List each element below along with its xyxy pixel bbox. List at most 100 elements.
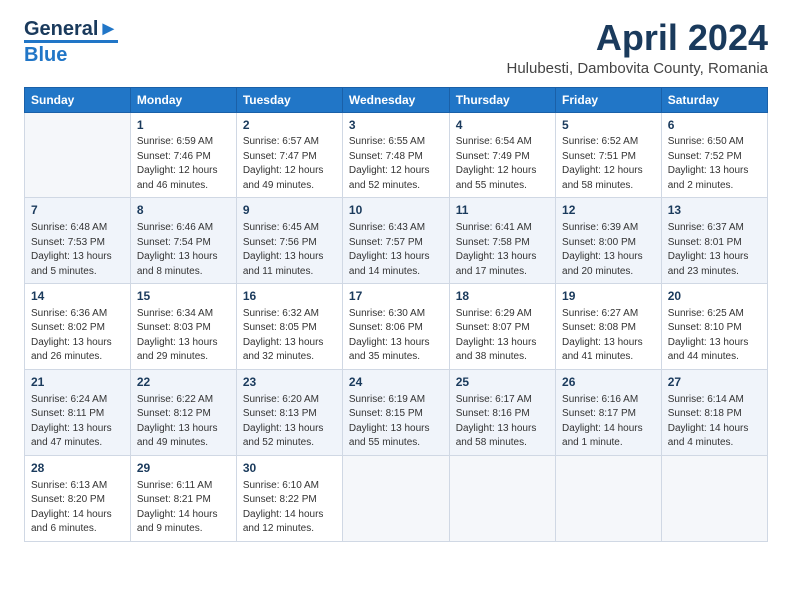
- sunrise-text: Sunrise: 6:27 AM: [562, 308, 638, 319]
- sunset-text: Sunset: 7:52 PM: [668, 151, 742, 162]
- sunrise-text: Sunrise: 6:20 AM: [243, 394, 319, 405]
- sunrise-text: Sunrise: 6:45 AM: [243, 222, 319, 233]
- sunrise-text: Sunrise: 6:39 AM: [562, 222, 638, 233]
- daylight-text: Daylight: 13 hours and 20 minutes.: [562, 251, 643, 277]
- calendar-week-row: 28 Sunrise: 6:13 AM Sunset: 8:20 PM Dayl…: [25, 455, 768, 541]
- calendar-table: Sunday Monday Tuesday Wednesday Thursday…: [24, 87, 768, 542]
- day-info: Sunrise: 6:43 AM Sunset: 7:57 PM Dayligh…: [349, 221, 443, 279]
- sunset-text: Sunset: 8:08 PM: [562, 322, 636, 333]
- sunset-text: Sunset: 7:56 PM: [243, 237, 317, 248]
- sunrise-text: Sunrise: 6:19 AM: [349, 394, 425, 405]
- table-row: 30 Sunrise: 6:10 AM Sunset: 8:22 PM Dayl…: [236, 455, 342, 541]
- day-info: Sunrise: 6:19 AM Sunset: 8:15 PM Dayligh…: [349, 393, 443, 451]
- day-info: Sunrise: 6:52 AM Sunset: 7:51 PM Dayligh…: [562, 135, 655, 193]
- daylight-text: Daylight: 13 hours and 2 minutes.: [668, 165, 749, 191]
- calendar-week-row: 1 Sunrise: 6:59 AM Sunset: 7:46 PM Dayli…: [25, 112, 768, 198]
- sunset-text: Sunset: 7:51 PM: [562, 151, 636, 162]
- day-number: 10: [349, 202, 443, 219]
- day-number: 16: [243, 288, 336, 305]
- table-row: 28 Sunrise: 6:13 AM Sunset: 8:20 PM Dayl…: [25, 455, 131, 541]
- day-info: Sunrise: 6:24 AM Sunset: 8:11 PM Dayligh…: [31, 393, 124, 451]
- daylight-text: Daylight: 13 hours and 47 minutes.: [31, 423, 112, 449]
- day-info: Sunrise: 6:13 AM Sunset: 8:20 PM Dayligh…: [31, 479, 124, 537]
- day-number: 15: [137, 288, 230, 305]
- logo: General► Blue: [24, 18, 118, 66]
- sunrise-text: Sunrise: 6:54 AM: [456, 136, 532, 147]
- day-info: Sunrise: 6:17 AM Sunset: 8:16 PM Dayligh…: [456, 393, 549, 451]
- day-number: 25: [456, 374, 549, 391]
- day-number: 30: [243, 460, 336, 477]
- sunrise-text: Sunrise: 6:52 AM: [562, 136, 638, 147]
- daylight-text: Daylight: 13 hours and 49 minutes.: [137, 423, 218, 449]
- sunrise-text: Sunrise: 6:59 AM: [137, 136, 213, 147]
- sunset-text: Sunset: 7:49 PM: [456, 151, 530, 162]
- table-row: 24 Sunrise: 6:19 AM Sunset: 8:15 PM Dayl…: [342, 369, 449, 455]
- sunset-text: Sunset: 7:57 PM: [349, 237, 423, 248]
- sunrise-text: Sunrise: 6:46 AM: [137, 222, 213, 233]
- sunrise-text: Sunrise: 6:24 AM: [31, 394, 107, 405]
- daylight-text: Daylight: 12 hours and 52 minutes.: [349, 165, 430, 191]
- table-row: 10 Sunrise: 6:43 AM Sunset: 7:57 PM Dayl…: [342, 198, 449, 284]
- logo-text-blue: Blue: [24, 40, 118, 66]
- day-info: Sunrise: 6:39 AM Sunset: 8:00 PM Dayligh…: [562, 221, 655, 279]
- sunset-text: Sunset: 8:03 PM: [137, 322, 211, 333]
- daylight-text: Daylight: 12 hours and 49 minutes.: [243, 165, 324, 191]
- table-row: 19 Sunrise: 6:27 AM Sunset: 8:08 PM Dayl…: [556, 284, 662, 370]
- day-number: 18: [456, 288, 549, 305]
- table-row: 15 Sunrise: 6:34 AM Sunset: 8:03 PM Dayl…: [130, 284, 236, 370]
- col-monday: Monday: [130, 87, 236, 112]
- table-row: 22 Sunrise: 6:22 AM Sunset: 8:12 PM Dayl…: [130, 369, 236, 455]
- day-number: 23: [243, 374, 336, 391]
- daylight-text: Daylight: 13 hours and 41 minutes.: [562, 337, 643, 363]
- table-row: 21 Sunrise: 6:24 AM Sunset: 8:11 PM Dayl…: [25, 369, 131, 455]
- day-info: Sunrise: 6:20 AM Sunset: 8:13 PM Dayligh…: [243, 393, 336, 451]
- daylight-text: Daylight: 13 hours and 32 minutes.: [243, 337, 324, 363]
- day-info: Sunrise: 6:25 AM Sunset: 8:10 PM Dayligh…: [668, 307, 761, 365]
- table-row: 2 Sunrise: 6:57 AM Sunset: 7:47 PM Dayli…: [236, 112, 342, 198]
- sunset-text: Sunset: 7:53 PM: [31, 237, 105, 248]
- sunrise-text: Sunrise: 6:41 AM: [456, 222, 532, 233]
- sunrise-text: Sunrise: 6:13 AM: [31, 480, 107, 491]
- daylight-text: Daylight: 13 hours and 17 minutes.: [456, 251, 537, 277]
- sunrise-text: Sunrise: 6:48 AM: [31, 222, 107, 233]
- sunset-text: Sunset: 8:17 PM: [562, 408, 636, 419]
- day-number: 26: [562, 374, 655, 391]
- day-number: 1: [137, 117, 230, 134]
- col-wednesday: Wednesday: [342, 87, 449, 112]
- daylight-text: Daylight: 13 hours and 55 minutes.: [349, 423, 430, 449]
- table-row: 26 Sunrise: 6:16 AM Sunset: 8:17 PM Dayl…: [556, 369, 662, 455]
- col-friday: Friday: [556, 87, 662, 112]
- table-row: 18 Sunrise: 6:29 AM Sunset: 8:07 PM Dayl…: [449, 284, 555, 370]
- location: Hulubesti, Dambovita County, Romania: [506, 60, 768, 77]
- daylight-text: Daylight: 12 hours and 58 minutes.: [562, 165, 643, 191]
- sunset-text: Sunset: 7:58 PM: [456, 237, 530, 248]
- day-number: 3: [349, 117, 443, 134]
- daylight-text: Daylight: 13 hours and 26 minutes.: [31, 337, 112, 363]
- daylight-text: Daylight: 13 hours and 11 minutes.: [243, 251, 324, 277]
- sunset-text: Sunset: 8:12 PM: [137, 408, 211, 419]
- day-number: 28: [31, 460, 124, 477]
- sunrise-text: Sunrise: 6:10 AM: [243, 480, 319, 491]
- table-row: 12 Sunrise: 6:39 AM Sunset: 8:00 PM Dayl…: [556, 198, 662, 284]
- sunrise-text: Sunrise: 6:17 AM: [456, 394, 532, 405]
- day-number: 17: [349, 288, 443, 305]
- logo-text-general: General►: [24, 18, 118, 40]
- day-info: Sunrise: 6:30 AM Sunset: 8:06 PM Dayligh…: [349, 307, 443, 365]
- table-row: 20 Sunrise: 6:25 AM Sunset: 8:10 PM Dayl…: [661, 284, 767, 370]
- table-row: 17 Sunrise: 6:30 AM Sunset: 8:06 PM Dayl…: [342, 284, 449, 370]
- daylight-text: Daylight: 14 hours and 1 minute.: [562, 423, 643, 449]
- table-row: 14 Sunrise: 6:36 AM Sunset: 8:02 PM Dayl…: [25, 284, 131, 370]
- table-row: 16 Sunrise: 6:32 AM Sunset: 8:05 PM Dayl…: [236, 284, 342, 370]
- sunrise-text: Sunrise: 6:14 AM: [668, 394, 744, 405]
- col-sunday: Sunday: [25, 87, 131, 112]
- table-row: [342, 455, 449, 541]
- sunrise-text: Sunrise: 6:37 AM: [668, 222, 744, 233]
- day-number: 11: [456, 202, 549, 219]
- day-info: Sunrise: 6:16 AM Sunset: 8:17 PM Dayligh…: [562, 393, 655, 451]
- sunset-text: Sunset: 8:13 PM: [243, 408, 317, 419]
- table-row: 8 Sunrise: 6:46 AM Sunset: 7:54 PM Dayli…: [130, 198, 236, 284]
- daylight-text: Daylight: 14 hours and 6 minutes.: [31, 509, 112, 535]
- day-info: Sunrise: 6:29 AM Sunset: 8:07 PM Dayligh…: [456, 307, 549, 365]
- day-info: Sunrise: 6:54 AM Sunset: 7:49 PM Dayligh…: [456, 135, 549, 193]
- table-row: [556, 455, 662, 541]
